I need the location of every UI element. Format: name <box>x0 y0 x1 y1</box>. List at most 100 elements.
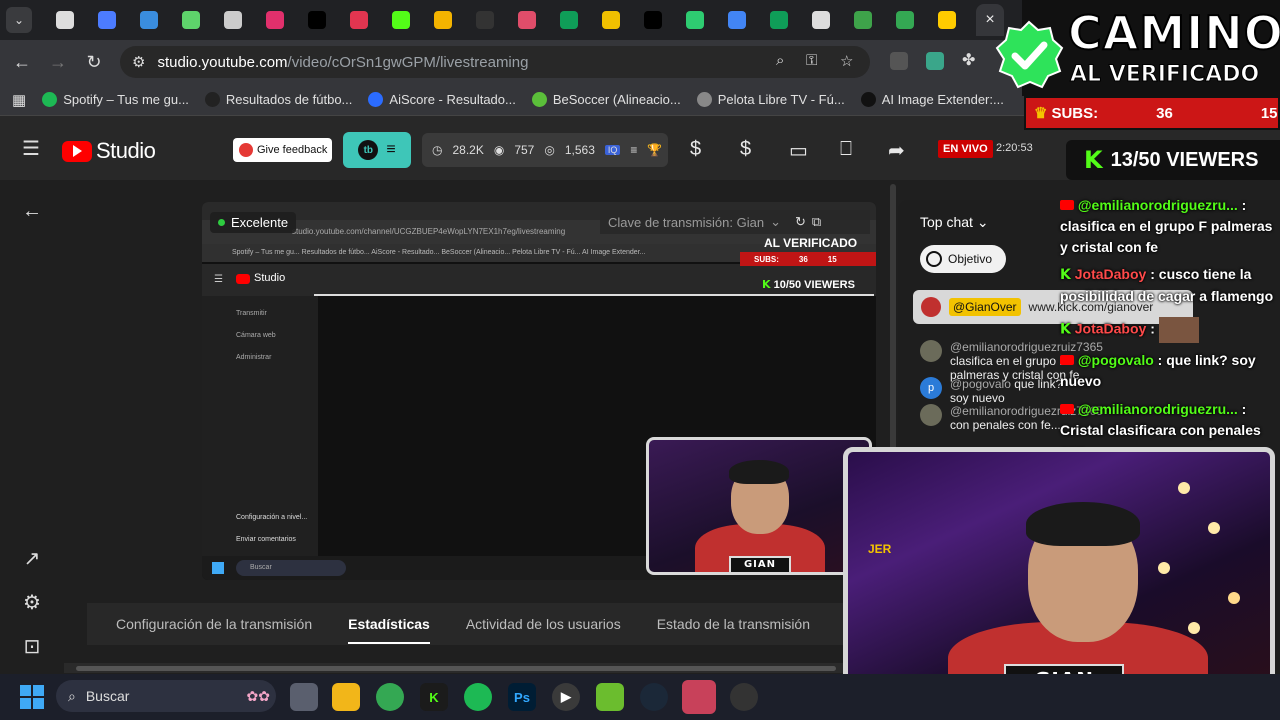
overlay-chat-user: JotaDaboy <box>1074 320 1147 337</box>
refresh-icon[interactable]: ↻ <box>795 214 806 230</box>
tb-badge-icon: tb <box>358 140 379 160</box>
password-key-icon[interactable]: ⚿ <box>806 52 817 69</box>
external-link-icon[interactable]: ↗ <box>20 546 44 571</box>
overlay-title-line1: CAMINO <box>1067 6 1280 60</box>
task-view-icon[interactable] <box>290 683 318 711</box>
tab-favicon-icon[interactable] <box>476 11 494 29</box>
preview-side-item: Configuración a nivel... <box>236 514 308 521</box>
chat-mode-dropdown[interactable]: Top chat ⌄ <box>920 214 989 231</box>
kick-app-icon[interactable]: K <box>420 683 448 711</box>
url-input[interactable]: ⚙ studio.youtube.com/video/cOrSn1gwGPM/l… <box>120 46 870 78</box>
extension-icon[interactable] <box>890 52 908 70</box>
super-chat-icon[interactable]: $ <box>740 138 751 161</box>
goal-chip[interactable]: Objetivo <box>920 245 1006 273</box>
tab-favicon-icon[interactable] <box>308 11 326 29</box>
windows-start-icon[interactable] <box>20 685 44 709</box>
bookmark-item[interactable]: Resultados de fútbo... <box>204 92 352 107</box>
taskbar-search[interactable]: ⌕ Buscar ✿✿ <box>56 680 276 712</box>
tab-favicon-icon[interactable] <box>896 11 914 29</box>
reload-icon[interactable]: ↻ <box>76 44 112 80</box>
give-feedback-button[interactable]: Give feedback <box>233 138 332 162</box>
back-arrow-icon[interactable]: ← <box>20 200 44 223</box>
tab-favicon-icon[interactable] <box>392 11 410 29</box>
apps-grid-icon[interactable]: ▦ <box>12 91 26 109</box>
bookmark-item[interactable]: Pelota Libre TV - Fú... <box>696 92 845 107</box>
bluestacks-icon[interactable] <box>596 683 624 711</box>
chat-message: p @pogovalo que link? soy nuevo <box>920 377 1070 405</box>
spotify-icon[interactable] <box>464 683 492 711</box>
tab-favicon-icon[interactable] <box>560 11 578 29</box>
share-icon[interactable]: ➦ <box>888 138 905 163</box>
tab-favicon-icon[interactable] <box>182 11 200 29</box>
tab-favicon-icon[interactable] <box>854 11 872 29</box>
obs-icon[interactable] <box>730 683 758 711</box>
youtube-studio-logo[interactable]: Studio <box>62 138 156 164</box>
bookmark-favicon-icon <box>860 92 876 107</box>
bookmark-item[interactable]: AI Image Extender:... <box>860 92 1004 107</box>
trophy-icon[interactable]: 🏆 <box>647 143 662 157</box>
tab-favicon-icon[interactable] <box>770 11 788 29</box>
zoom-search-icon[interactable]: ⌕ <box>776 52 784 69</box>
bookmark-favicon-icon <box>696 92 712 107</box>
tab-favicon-icon[interactable] <box>938 11 956 29</box>
bookmark-icon[interactable]: ⎕ <box>840 138 852 161</box>
tab-favicon-icon[interactable] <box>56 11 74 29</box>
clapperboard-icon[interactable]: ▭ <box>789 138 808 163</box>
tab-user-activity[interactable]: Actividad de los usuarios <box>466 616 621 632</box>
extension-icon[interactable] <box>926 52 944 70</box>
light-bokeh <box>1178 482 1190 494</box>
photoshop-icon[interactable]: Ps <box>508 683 536 711</box>
settings-list-icon[interactable]: ≡ <box>630 143 637 157</box>
tab-favicon-icon[interactable] <box>644 11 662 29</box>
pinned-avatar <box>921 297 941 317</box>
chevron-down-icon[interactable]: ⌄ <box>770 214 781 230</box>
tab-stream-health[interactable]: Estado de la transmisión <box>657 616 810 632</box>
tab-favicon-icon[interactable] <box>224 11 242 29</box>
quality-icon[interactable]: IQ <box>604 145 621 155</box>
subs-value: 36 <box>1156 104 1173 122</box>
tab-favicon-icon[interactable] <box>812 11 830 29</box>
tab-favicon-icon[interactable] <box>728 11 746 29</box>
viewers-text: 13/50 VIEWERS <box>1110 148 1259 171</box>
tab-favicon-icon[interactable] <box>140 11 158 29</box>
tab-favicon-icon[interactable] <box>434 11 452 29</box>
viewers-goal: K 13/50 VIEWERS <box>1066 140 1280 180</box>
steam-icon[interactable] <box>640 683 668 711</box>
tab-favicon-icon[interactable] <box>266 11 284 29</box>
tab-favicon-icon[interactable] <box>518 11 536 29</box>
bookmark-item[interactable]: BeSoccer (Alineacio... <box>531 92 681 107</box>
forward-icon[interactable]: → <box>40 44 76 80</box>
back-icon[interactable]: ← <box>4 44 40 80</box>
file-explorer-icon[interactable] <box>332 683 360 711</box>
stream-key-field[interactable]: Clave de transmisión: Gian ⌄ ↻ ⧉ <box>600 210 870 234</box>
url-host: studio.youtube.com <box>157 53 288 71</box>
feedback-icon[interactable]: ⊡ <box>20 634 44 659</box>
horizontal-scrollbar[interactable] <box>64 663 844 673</box>
extensions-puzzle-icon[interactable]: ✤ <box>962 50 975 70</box>
media-player-icon[interactable]: ▶ <box>552 683 580 711</box>
bookmark-star-icon[interactable]: ☆ <box>840 52 853 70</box>
site-info-icon[interactable]: ⚙ <box>132 53 145 71</box>
tab-favicon-icon[interactable] <box>98 11 116 29</box>
tab-favicon-icon[interactable] <box>350 11 368 29</box>
overlay-chat-user: @pogovalo <box>1077 352 1154 368</box>
bookmark-item[interactable]: AiScore - Resultado... <box>368 92 516 107</box>
bookmark-favicon-icon <box>204 92 220 107</box>
copy-icon[interactable]: ⧉ <box>812 214 821 230</box>
bookmark-label: AI Image Extender:... <box>881 92 1004 107</box>
tab-search-dropdown-icon[interactable]: ⌄ <box>6 7 32 33</box>
tab-analytics[interactable]: Estadísticas <box>348 616 430 644</box>
chrome-icon[interactable] <box>376 683 404 711</box>
tab-favicon-icon[interactable] <box>686 11 704 29</box>
menu-hamburger-icon[interactable]: ☰ <box>22 136 40 161</box>
settings-gear-icon[interactable]: ⚙ <box>20 590 44 615</box>
url-path: /video/cOrSn1gwGPM/livestreaming <box>287 53 529 71</box>
monetize-icon[interactable]: $ <box>690 138 701 161</box>
teal-menu-button[interactable]: tb ≡ <box>343 132 411 168</box>
tab-stream-settings[interactable]: Configuración de la transmisión <box>116 616 312 632</box>
tab-favicon-icon[interactable] <box>602 11 620 29</box>
search-icon: ⌕ <box>68 687 76 704</box>
bookmark-item[interactable]: Spotify – Tus me gu... <box>42 92 189 107</box>
streaming-app-icon[interactable] <box>682 680 716 714</box>
overlay-chat-text: clasifica en el grupo F palmeras y crist… <box>1060 218 1273 255</box>
